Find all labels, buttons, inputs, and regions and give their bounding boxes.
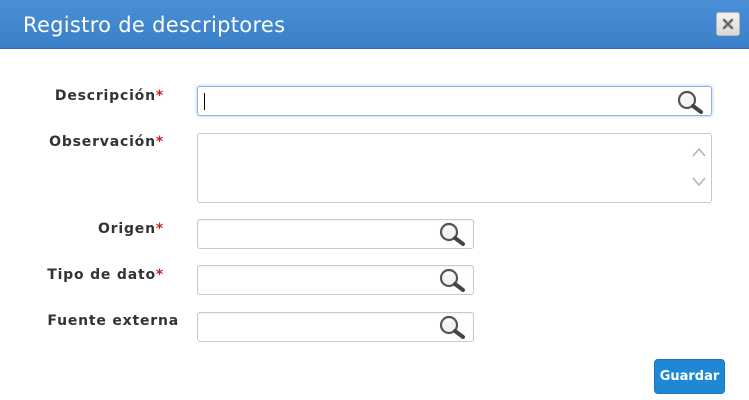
scroll-down-arrow-icon[interactable] xyxy=(692,176,706,188)
required-marker: * xyxy=(155,134,164,150)
tipo-dato-label: Tipo de dato* xyxy=(47,267,164,283)
save-button[interactable]: Guardar xyxy=(654,359,725,394)
origen-label: Origen* xyxy=(98,221,164,237)
required-marker: * xyxy=(155,88,164,104)
origen-field[interactable] xyxy=(197,219,474,249)
required-marker: * xyxy=(155,267,164,283)
observacion-textarea[interactable] xyxy=(197,133,712,203)
search-icon[interactable] xyxy=(438,222,468,246)
descripcion-label-text: Descripción xyxy=(54,88,156,104)
close-button[interactable] xyxy=(716,12,740,36)
search-icon[interactable] xyxy=(676,90,706,114)
fuente-externa-input[interactable] xyxy=(202,315,432,339)
text-caret xyxy=(204,93,205,110)
dialog-titlebar: Registro de descriptores xyxy=(0,0,749,49)
dialog: Registro de descriptores Descripción* Ob… xyxy=(0,0,749,400)
tipo-dato-field[interactable] xyxy=(197,265,474,295)
origen-label-text: Origen xyxy=(97,221,156,237)
search-icon[interactable] xyxy=(438,268,468,292)
fuente-externa-label-text: Fuente externa xyxy=(47,313,179,329)
descripcion-input[interactable] xyxy=(202,89,662,113)
observacion-label-text: Observación xyxy=(49,134,156,150)
required-marker: * xyxy=(155,221,164,237)
dialog-title: Registro de descriptores xyxy=(23,13,286,37)
origen-input[interactable] xyxy=(202,222,432,246)
close-icon xyxy=(722,18,734,30)
scroll-up-arrow-icon[interactable] xyxy=(692,146,706,158)
fuente-externa-field[interactable] xyxy=(197,312,474,342)
search-icon[interactable] xyxy=(438,315,468,339)
descripcion-field[interactable] xyxy=(197,86,712,116)
descripcion-label: Descripción* xyxy=(55,88,164,104)
observacion-label: Observación* xyxy=(49,134,164,150)
tipo-dato-label-text: Tipo de dato xyxy=(47,267,156,283)
fuente-externa-label: Fuente externa xyxy=(47,313,179,329)
tipo-dato-input[interactable] xyxy=(202,268,432,292)
